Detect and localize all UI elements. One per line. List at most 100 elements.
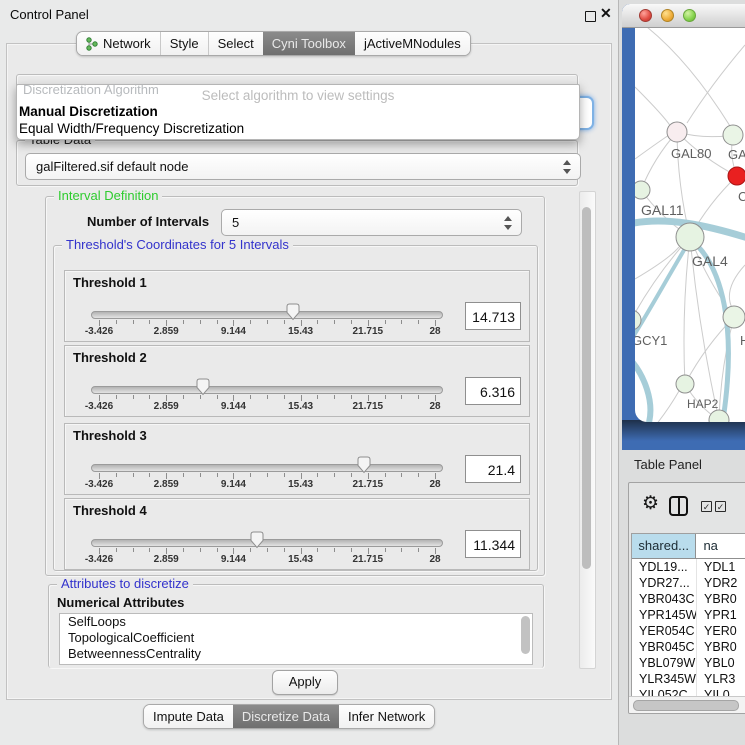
table-row[interactable]: YER054CYER0 — [632, 623, 745, 639]
cell-name[interactable]: YBR0 — [697, 591, 745, 607]
close-traffic-light[interactable] — [639, 9, 652, 22]
network-node-gal4[interactable] — [676, 223, 704, 251]
network-node-hap2[interactable] — [676, 375, 694, 393]
table-row[interactable]: YBR045CYBR0 — [632, 639, 745, 655]
zoom-traffic-light[interactable] — [683, 9, 696, 22]
table-hscrollbar-thumb[interactable] — [633, 700, 739, 711]
popup-item-equal-width-frequency[interactable]: Equal Width/Frequency Discretization — [19, 121, 244, 136]
tab-select[interactable]: Select — [208, 32, 263, 55]
network-edge — [635, 358, 650, 422]
column-header-name[interactable]: na — [696, 534, 745, 558]
cell-shared-name[interactable]: YLR345W — [632, 671, 697, 687]
table-row[interactable]: YPR145WYPR1 — [632, 607, 745, 623]
network-node-gal11[interactable] — [635, 181, 650, 199]
cell-shared-name[interactable]: YPR145W — [632, 607, 697, 623]
tick-mark — [351, 473, 352, 477]
table-row[interactable]: YBR043CYBR0 — [632, 591, 745, 607]
apply-button[interactable]: Apply — [272, 670, 338, 695]
attribute-list-item[interactable]: BetweennessCentrality — [60, 646, 532, 662]
cell-shared-name[interactable]: YBR043C — [632, 591, 697, 607]
table-row[interactable]: YBL079WYBL0 — [632, 655, 745, 671]
tab-cyni-toolbox[interactable]: Cyni Toolbox — [263, 32, 355, 55]
threshold-value-input[interactable]: 11.344 — [465, 530, 521, 558]
slider-thumb[interactable] — [249, 531, 265, 549]
tick-mark — [385, 548, 386, 552]
cell-name[interactable]: YPR1 — [697, 607, 745, 623]
tick-mark — [250, 473, 251, 477]
panel-scrollbar[interactable] — [579, 191, 596, 669]
tick-mark — [351, 320, 352, 324]
threshold-value-input[interactable]: 21.4 — [465, 455, 521, 483]
network-node-h-node[interactable] — [723, 306, 745, 328]
slider-thumb[interactable] — [195, 378, 211, 396]
network-node-red-node[interactable] — [728, 167, 745, 185]
slider-track[interactable] — [91, 311, 443, 319]
network-edge — [635, 240, 690, 343]
number-of-intervals-combo[interactable]: 5 — [221, 209, 522, 236]
cell-name[interactable]: YER0 — [697, 623, 745, 639]
threshold-value-input[interactable]: 6.316 — [465, 377, 521, 405]
cell-shared-name[interactable]: YDR27... — [632, 575, 697, 591]
panel-scrollbar-thumb[interactable] — [582, 207, 591, 569]
tick-mark — [133, 548, 134, 552]
network-view-window: GAL80GACGAL11GAL4GCY1HHAP2 — [622, 4, 745, 450]
cell-name[interactable]: YBL0 — [697, 655, 745, 671]
tab-impute-data[interactable]: Impute Data — [144, 705, 233, 728]
numerical-attributes-list[interactable]: SelfLoopsTopologicalCoefficientBetweenne… — [59, 613, 533, 665]
tick-mark — [284, 395, 285, 399]
popup-item-manual-discretization[interactable]: Manual Discretization — [19, 104, 158, 119]
tick-mark — [418, 473, 419, 477]
cell-shared-name[interactable]: YDL19... — [632, 559, 697, 575]
attribute-list-item[interactable]: SelfLoops — [60, 614, 532, 630]
cell-shared-name[interactable]: YBL079W — [632, 655, 697, 671]
gear-icon[interactable]: ⚙ — [642, 494, 659, 513]
close-icon[interactable]: ✕ — [600, 5, 612, 22]
network-icon — [86, 37, 98, 51]
minimize-traffic-light[interactable] — [661, 9, 674, 22]
checkbox-icon[interactable]: ✓ — [715, 501, 726, 512]
slider-track[interactable] — [91, 386, 443, 394]
tick-label: -3.426 — [69, 326, 129, 337]
table-row[interactable]: YDL19...YDL1 — [632, 559, 745, 575]
table-data-combo[interactable]: galFiltered.sif default node — [25, 153, 581, 180]
threshold-value-input[interactable]: 14.713 — [465, 302, 521, 330]
slider-track[interactable] — [91, 464, 443, 472]
cell-name[interactable]: YBR0 — [697, 639, 745, 655]
tick-label: 21.715 — [338, 479, 398, 490]
tab-network[interactable]: Network — [77, 32, 160, 55]
table-horizontal-scrollbar[interactable] — [629, 696, 745, 713]
cell-shared-name[interactable]: YER054C — [632, 623, 697, 639]
cell-name[interactable]: YDL1 — [697, 559, 745, 575]
cell-shared-name[interactable]: YBR045C — [632, 639, 697, 655]
thresholds-group-label: Threshold's Coordinates for 5 Intervals — [62, 238, 293, 252]
network-edge — [635, 237, 690, 320]
checkbox-icon[interactable]: ✓ — [701, 501, 712, 512]
popup-hint: Select algorithm to view settings — [17, 88, 579, 103]
tab-discretize-data[interactable]: Discretize Data — [233, 705, 339, 728]
tick-mark — [183, 320, 184, 324]
tab-infer-network[interactable]: Infer Network — [339, 705, 434, 728]
split-columns-icon[interactable] — [669, 496, 688, 516]
tab-jactivemnodules[interactable]: jActiveMNodules — [355, 32, 470, 55]
slider-thumb[interactable] — [356, 456, 372, 474]
network-canvas[interactable]: GAL80GACGAL11GAL4GCY1HHAP2 — [635, 27, 745, 422]
tick-mark — [183, 548, 184, 552]
tick-mark — [133, 473, 134, 477]
tick-mark — [149, 548, 150, 552]
cell-name[interactable]: YLR3 — [697, 671, 745, 687]
cell-name[interactable]: YDR2 — [697, 575, 745, 591]
attribute-list-item[interactable]: TopologicalCoefficient — [60, 630, 532, 646]
threshold-panel-4: Threshold 4-3.4262.8599.14415.4321.71528… — [64, 498, 530, 570]
table-row[interactable]: YDR27...YDR2 — [632, 575, 745, 591]
slider-thumb[interactable] — [285, 303, 301, 321]
network-node-gal80[interactable] — [667, 122, 687, 142]
tab-style[interactable]: Style — [160, 32, 208, 55]
column-header-shared-name[interactable]: shared... — [632, 534, 696, 558]
slider-track[interactable] — [91, 539, 443, 547]
float-window-icon[interactable] — [585, 11, 596, 22]
network-node-gal-top[interactable] — [723, 125, 743, 145]
network-graph: GAL80GACGAL11GAL4GCY1HHAP2 — [635, 27, 745, 422]
table-row[interactable]: YLR345WYLR3 — [632, 671, 745, 687]
attributes-list-scrollbar[interactable] — [521, 616, 530, 654]
tick-label: 2.859 — [136, 401, 196, 412]
